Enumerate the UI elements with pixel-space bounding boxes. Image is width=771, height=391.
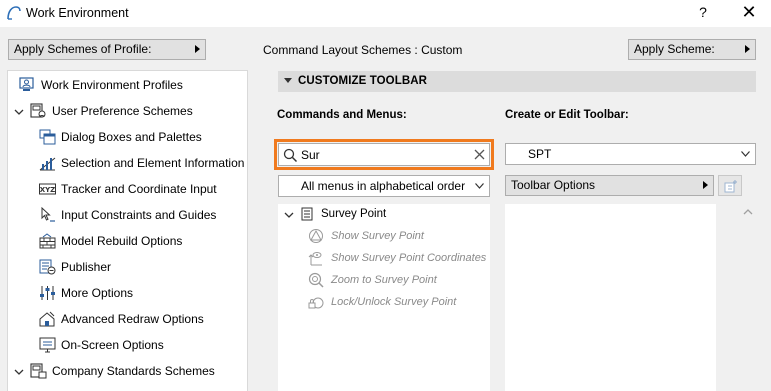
more-options-icon [40, 286, 55, 300]
tree-item-label: Company Standards Schemes [52, 364, 215, 378]
window-title: Work Environment [26, 6, 129, 20]
collapse-triangle-icon [284, 78, 292, 83]
list-item-label: Show Survey Point [331, 230, 424, 242]
chevron-down-icon[interactable] [284, 210, 294, 220]
apply-scheme-label: Apply Scheme: [634, 42, 715, 56]
new-toolbar-icon [724, 180, 737, 193]
xyz-tracker-icon: XYZ [39, 183, 56, 195]
scroll-up-arrow-icon[interactable] [742, 207, 754, 217]
apply-schemes-of-profile-button[interactable]: Apply Schemes of Profile: [8, 39, 206, 60]
zoom-survey-point-icon [308, 272, 324, 288]
lock-survey-point-icon [308, 297, 324, 309]
user-preferences-icon [30, 103, 46, 118]
model-rebuild-icon [39, 233, 56, 249]
tree-item-label: Advanced Redraw Options [61, 312, 204, 326]
help-button[interactable]: ? [692, 4, 714, 22]
section-title: CUSTOMIZE TOOLBAR [298, 75, 428, 87]
search-input[interactable] [301, 146, 469, 163]
toolbar-options-button[interactable]: Toolbar Options [505, 175, 714, 196]
list-item-label: Zoom to Survey Point [331, 274, 437, 286]
apply-schemes-of-profile-label: Apply Schemes of Profile: [14, 42, 152, 56]
dialog-boxes-icon [39, 129, 56, 145]
clear-search-icon[interactable] [473, 148, 486, 161]
tree-item-label: Selection and Element Information [61, 156, 245, 170]
on-screen-options-icon [39, 337, 56, 353]
list-group-label: Survey Point [321, 208, 387, 220]
tree-item-label: Publisher [61, 260, 112, 274]
tree-item-label: On-Screen Options [61, 338, 164, 352]
advanced-redraw-icon [39, 311, 55, 327]
toolbar-options-label: Toolbar Options [511, 178, 596, 192]
toolbar-select[interactable]: SPT [505, 143, 756, 165]
publisher-icon [39, 259, 56, 275]
input-constraints-icon [41, 207, 55, 222]
menu-list-icon [301, 207, 313, 221]
chevron-down-icon[interactable] [14, 107, 24, 117]
survey-coordinates-icon [308, 252, 322, 266]
arrow-right-icon [703, 181, 708, 189]
tree-item-label: Input Constraints and Guides [61, 208, 217, 222]
tree-item-label: More Options [61, 286, 134, 300]
new-toolbar-button[interactable] [718, 175, 742, 196]
tree-item-label: Dialog Boxes and Palettes [61, 130, 202, 144]
list-item-label: Lock/Unlock Survey Point [331, 296, 457, 308]
profiles-icon [19, 77, 34, 91]
command-search-field[interactable] [278, 143, 490, 166]
show-survey-point-icon [309, 229, 323, 243]
tree-item-label: Work Environment Profiles [41, 78, 183, 92]
svg-text:XYZ: XYZ [40, 186, 56, 194]
scheme-tree: Work Environment Profiles User Preferenc… [7, 70, 248, 391]
commands-and-menus-label: Commands and Menus: [277, 109, 407, 121]
tree-item-label: Tracker and Coordinate Input [61, 182, 217, 196]
apply-scheme-button[interactable]: Apply Scheme: [628, 39, 756, 60]
menu-filter-value: All menus in alphabetical order [301, 179, 466, 193]
title-bar: Work Environment ? ✕ [0, 0, 771, 27]
commands-list: Survey Point Show Survey Point Show Surv… [278, 204, 490, 391]
company-standards-icon [30, 363, 47, 379]
chevron-down-icon [475, 183, 484, 189]
command-layout-scheme-label: Command Layout Schemes : Custom [263, 43, 463, 57]
tree-item-label: User Preference Schemes [52, 104, 193, 118]
toolbar-select-value: SPT [528, 147, 552, 161]
arrow-right-icon [745, 45, 750, 53]
create-or-edit-toolbar-label: Create or Edit Toolbar: [505, 109, 629, 121]
tree-item-label: Model Rebuild Options [61, 234, 183, 248]
menu-filter-select[interactable]: All menus in alphabetical order [278, 175, 490, 197]
chevron-down-icon[interactable] [14, 367, 24, 377]
search-icon [283, 148, 298, 163]
selection-info-icon [39, 157, 56, 171]
chevron-down-icon [741, 151, 750, 157]
customize-toolbar-section-header[interactable]: CUSTOMIZE TOOLBAR [278, 71, 756, 92]
archicad-app-icon [7, 6, 21, 20]
list-item-label: Show Survey Point Coordinates [331, 252, 487, 264]
arrow-right-icon [195, 45, 200, 53]
toolbar-contents-list[interactable] [505, 204, 716, 391]
close-button[interactable]: ✕ [736, 2, 762, 24]
